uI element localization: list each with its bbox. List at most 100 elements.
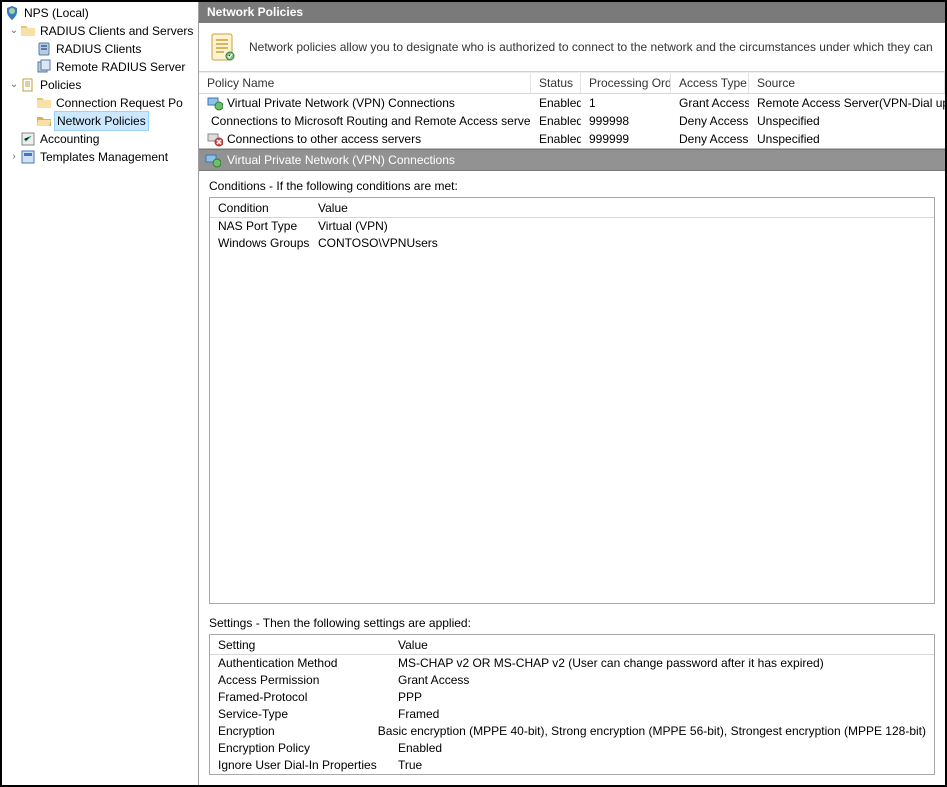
- policy-table-header: Policy Name Status Processing Order Acce…: [199, 72, 945, 94]
- conditions-box: Condition Value NAS Port Type Virtual (V…: [209, 197, 935, 604]
- col-source[interactable]: Source: [749, 73, 945, 93]
- settings-panel: Settings - Then the following settings a…: [199, 608, 945, 785]
- expander-icon[interactable]: ›: [8, 148, 20, 166]
- right-pane: Network Policies Network policies allow …: [198, 2, 945, 785]
- conditions-header: Condition Value: [210, 198, 934, 218]
- shield-globe-icon: [4, 5, 20, 21]
- settings-box: Setting Value Authentication Method MS-C…: [209, 634, 935, 775]
- tree-accounting[interactable]: Accounting: [2, 130, 198, 148]
- condition-value: CONTOSO\VPNUsers: [318, 236, 926, 251]
- scroll-icon: [20, 77, 36, 93]
- tree-network-policies-label: Network Policies: [55, 112, 148, 130]
- condition-value: Virtual (VPN): [318, 219, 926, 234]
- intro-banner: Network policies allow you to designate …: [199, 23, 945, 72]
- app-frame: NPS (Local) ⌄ RADIUS Clients and Servers…: [0, 0, 947, 787]
- tree-conn-req[interactable]: Connection Request Po: [2, 94, 198, 112]
- policy-access: Grant Access: [671, 95, 749, 111]
- tree-pane: NPS (Local) ⌄ RADIUS Clients and Servers…: [2, 2, 198, 785]
- policy-row[interactable]: Connections to Microsoft Routing and Rem…: [199, 112, 945, 130]
- folder-open-icon: [36, 113, 52, 129]
- col-order[interactable]: Processing Order: [581, 73, 671, 93]
- col-status[interactable]: Status: [531, 73, 581, 93]
- tree-network-policies[interactable]: Network Policies: [2, 112, 198, 130]
- network-green-icon: [205, 152, 221, 168]
- policy-name: Connections to other access servers: [227, 132, 421, 146]
- condition-name: Windows Groups: [218, 236, 318, 251]
- tree-accounting-label: Accounting: [39, 130, 100, 148]
- selected-policy-bar: Virtual Private Network (VPN) Connection…: [199, 149, 945, 171]
- setting-value: True: [398, 758, 926, 773]
- tree-templates-label: Templates Management: [39, 148, 169, 166]
- setting-row[interactable]: Service-Type Framed: [210, 706, 934, 723]
- setting-row[interactable]: Encryption Basic encryption (MPPE 40-bit…: [210, 723, 934, 740]
- template-icon: [20, 149, 36, 165]
- network-deny-icon: [207, 131, 223, 147]
- condition-name: NAS Port Type: [218, 219, 318, 234]
- setting-name: Service-Type: [218, 707, 398, 722]
- intro-text: Network policies allow you to designate …: [249, 40, 935, 54]
- folder-icon: [36, 95, 52, 111]
- policy-table: Policy Name Status Processing Order Acce…: [199, 72, 945, 149]
- policy-order: 1: [581, 95, 671, 111]
- policy-source: Remote Access Server(VPN-Dial up): [749, 95, 945, 111]
- tree-templates[interactable]: › Templates Management: [2, 148, 198, 166]
- tree-policies-label: Policies: [39, 76, 82, 94]
- tree-remote-radius[interactable]: Remote RADIUS Server: [2, 58, 198, 76]
- condition-row[interactable]: Windows Groups CONTOSO\VPNUsers: [210, 235, 934, 252]
- server-stack-icon: [36, 59, 52, 75]
- expander-icon[interactable]: ⌄: [8, 22, 20, 40]
- policy-source: Unspecified: [749, 131, 945, 147]
- policy-order: 999998: [581, 113, 671, 129]
- setting-row[interactable]: Access Permission Grant Access: [210, 672, 934, 689]
- policy-scroll-icon: [207, 31, 239, 63]
- tree-radius-clients[interactable]: RADIUS Clients: [2, 40, 198, 58]
- policy-name: Connections to Microsoft Routing and Rem…: [211, 114, 531, 128]
- policy-source: Unspecified: [749, 113, 945, 129]
- setting-row[interactable]: Authentication Method MS-CHAP v2 OR MS-C…: [210, 655, 934, 672]
- settings-head-s: Setting: [218, 638, 398, 652]
- tree-policies[interactable]: ⌄ Policies: [2, 76, 198, 94]
- col-policy-name[interactable]: Policy Name: [199, 73, 531, 93]
- setting-name: Access Permission: [218, 673, 398, 688]
- server-icon: [36, 41, 52, 57]
- setting-value: Basic encryption (MPPE 40-bit), Strong e…: [378, 724, 926, 739]
- tree-remote-radius-label: Remote RADIUS Server: [55, 58, 186, 76]
- setting-value: Grant Access: [398, 673, 926, 688]
- setting-name: Encryption: [218, 724, 378, 739]
- header-bar: Network Policies: [199, 2, 945, 23]
- setting-value: MS-CHAP v2 OR MS-CHAP v2 (User can chang…: [398, 656, 926, 671]
- setting-row[interactable]: Ignore User Dial-In Properties True: [210, 757, 934, 774]
- settings-head-v: Value: [398, 638, 926, 652]
- ledger-icon: [20, 131, 36, 147]
- col-access[interactable]: Access Type: [671, 73, 749, 93]
- conditions-head-c: Condition: [218, 201, 318, 215]
- expander-icon[interactable]: ⌄: [8, 76, 20, 94]
- policy-order: 999999: [581, 131, 671, 147]
- header-title: Network Policies: [207, 5, 303, 19]
- policy-row[interactable]: Connections to other access servers Enab…: [199, 130, 945, 148]
- setting-row[interactable]: Encryption Policy Enabled: [210, 740, 934, 757]
- setting-row[interactable]: Framed-Protocol PPP: [210, 689, 934, 706]
- setting-name: Framed-Protocol: [218, 690, 398, 705]
- folder-icon: [20, 23, 36, 39]
- settings-title: Settings - Then the following settings a…: [209, 616, 935, 630]
- setting-name: Encryption Policy: [218, 741, 398, 756]
- tree-root[interactable]: NPS (Local): [2, 4, 198, 22]
- selected-policy-label: Virtual Private Network (VPN) Connection…: [227, 153, 455, 167]
- settings-header: Setting Value: [210, 635, 934, 655]
- tree-radius-group[interactable]: ⌄ RADIUS Clients and Servers: [2, 22, 198, 40]
- setting-value: PPP: [398, 690, 926, 705]
- policy-status: Enabled: [531, 131, 581, 147]
- tree-radius-clients-label: RADIUS Clients: [55, 40, 142, 58]
- policy-row[interactable]: Virtual Private Network (VPN) Connection…: [199, 94, 945, 112]
- tree-root-label: NPS (Local): [23, 4, 90, 22]
- conditions-title: Conditions - If the following conditions…: [209, 179, 935, 193]
- policy-status: Enabled: [531, 95, 581, 111]
- setting-value: Framed: [398, 707, 926, 722]
- condition-row[interactable]: NAS Port Type Virtual (VPN): [210, 218, 934, 235]
- network-green-icon: [207, 95, 223, 111]
- conditions-head-v: Value: [318, 201, 926, 215]
- policy-name: Virtual Private Network (VPN) Connection…: [227, 96, 455, 110]
- setting-name: Authentication Method: [218, 656, 398, 671]
- tree-radius-group-label: RADIUS Clients and Servers: [39, 22, 194, 40]
